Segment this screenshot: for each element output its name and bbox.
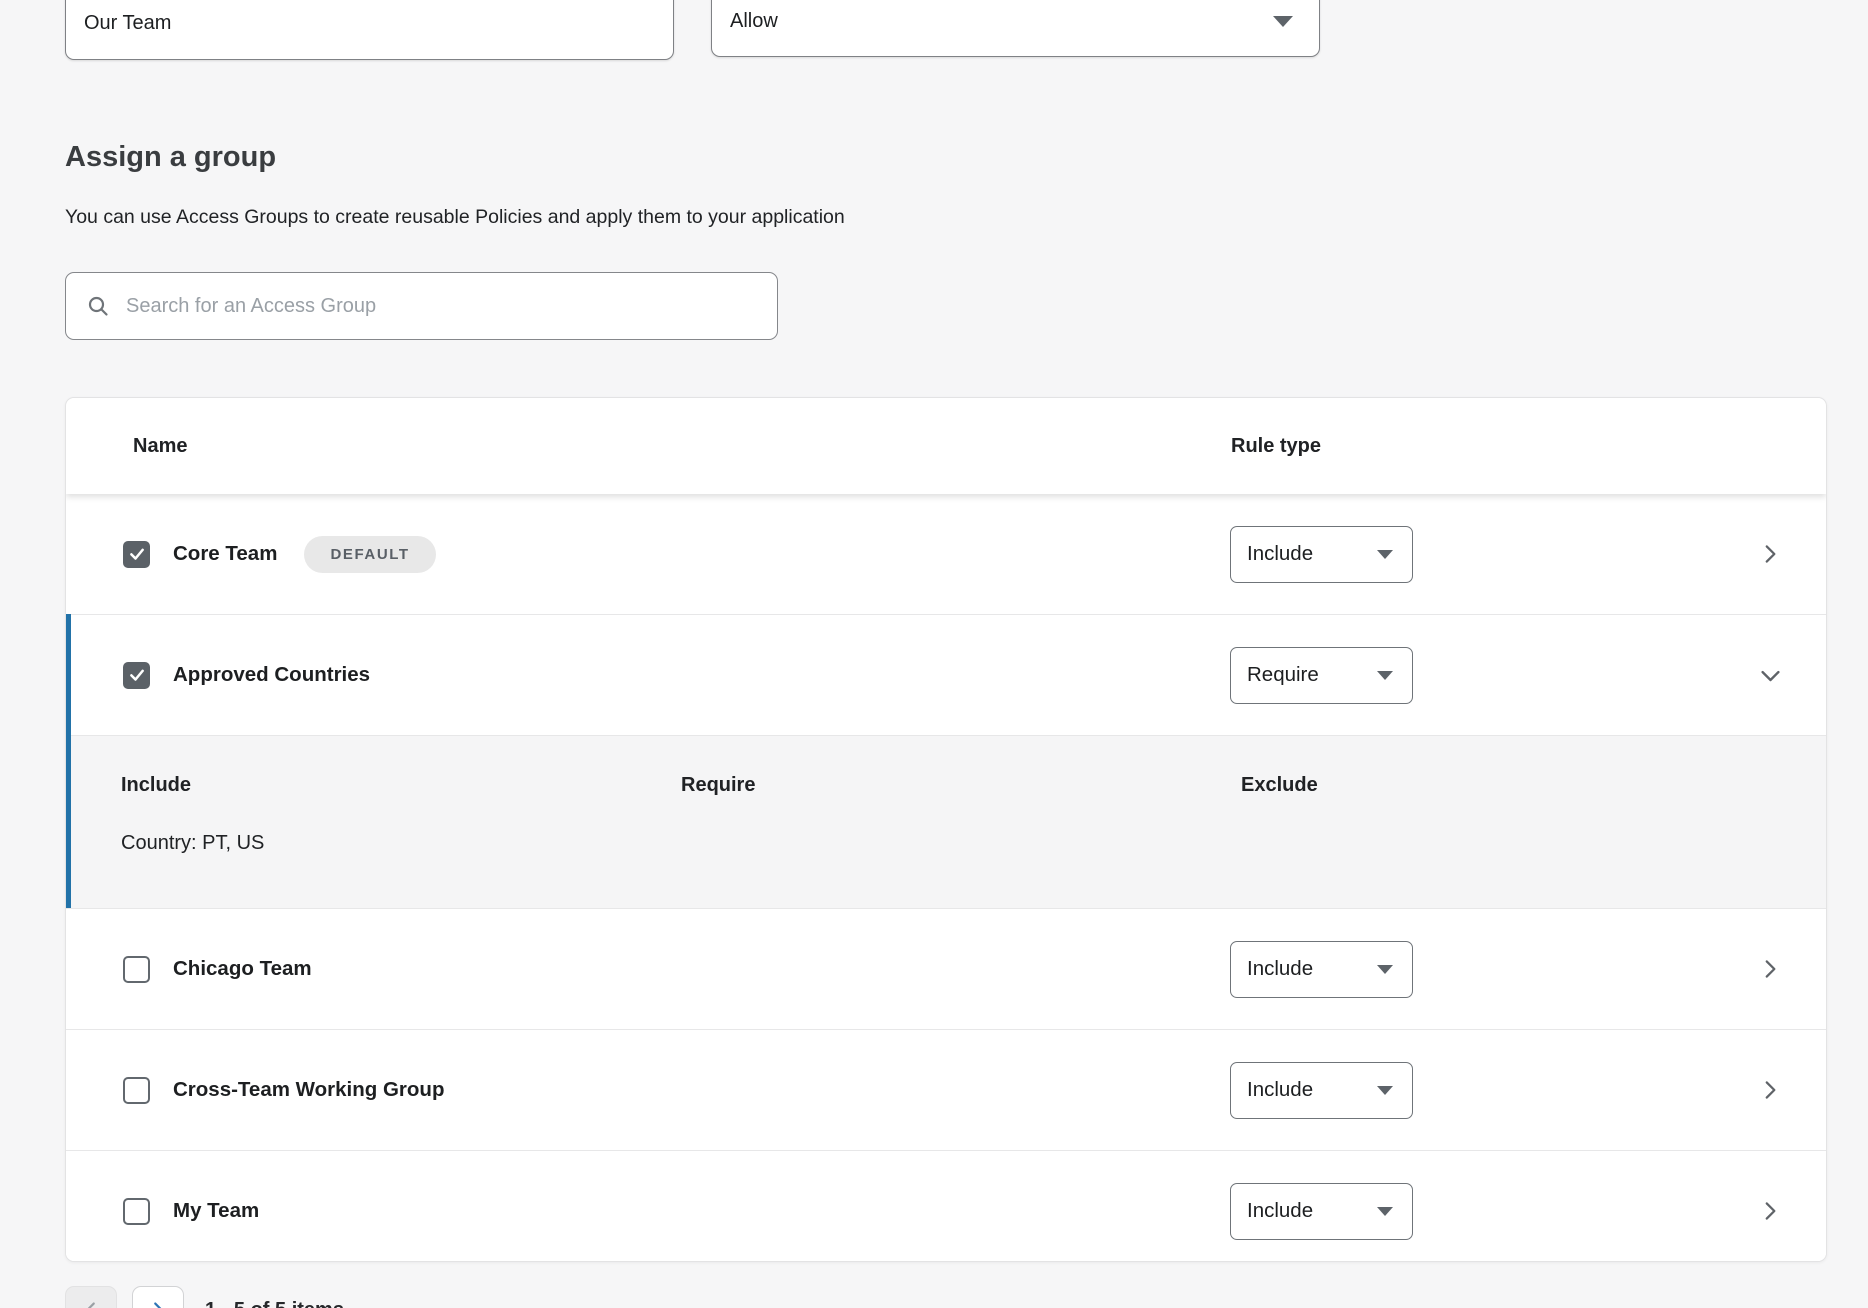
group-name: Approved Countries <box>173 663 370 687</box>
rule-type-value: Include <box>1247 957 1313 981</box>
chevron-left-icon <box>80 1299 102 1308</box>
chevron-down-icon[interactable] <box>1756 661 1784 689</box>
dropdown-arrow-icon <box>1377 671 1393 680</box>
rule-type-value: Include <box>1247 542 1313 566</box>
rule-type-select[interactable]: Include <box>1230 526 1413 583</box>
default-badge: DEFAULT <box>304 536 435 573</box>
checkmark-icon <box>128 545 146 563</box>
search-icon <box>86 294 110 318</box>
access-groups-table: Name Rule type Core Team DEFAULT Include <box>65 397 1827 1262</box>
table-row-cross-team-working-group[interactable]: Cross-Team Working Group Include <box>66 1029 1826 1150</box>
next-page-button[interactable] <box>132 1286 184 1308</box>
pagination-summary: 1 - 5 of 5 items <box>205 1299 344 1308</box>
chevron-right-icon[interactable] <box>1756 1076 1784 1104</box>
checkmark-icon <box>128 666 146 684</box>
table-row-core-team[interactable]: Core Team DEFAULT Include <box>66 494 1826 614</box>
rule-type-value: Require <box>1247 663 1319 687</box>
action-select-value: Allow <box>730 10 778 33</box>
rule-type-value: Include <box>1247 1199 1313 1223</box>
group-rule-details: Include Require Exclude Country: PT, US <box>71 735 1826 908</box>
action-select[interactable]: Allow <box>711 0 1320 57</box>
previous-page-button[interactable] <box>65 1286 117 1308</box>
table-header: Name Rule type <box>66 398 1826 494</box>
row-checkbox-checked[interactable] <box>123 662 150 689</box>
column-header-name: Name <box>133 435 187 458</box>
access-group-search[interactable] <box>65 272 778 340</box>
chevron-right-icon <box>147 1299 169 1308</box>
table-row-chicago-team[interactable]: Chicago Team Include <box>66 908 1826 1029</box>
rule-type-select[interactable]: Include <box>1230 1183 1413 1240</box>
table-row-my-team[interactable]: My Team Include <box>66 1150 1826 1262</box>
dropdown-arrow-icon <box>1377 965 1393 974</box>
rule-type-select[interactable]: Require <box>1230 647 1413 704</box>
chevron-right-icon[interactable] <box>1756 1197 1784 1225</box>
chevron-right-icon[interactable] <box>1756 955 1784 983</box>
group-name: Chicago Team <box>173 957 312 981</box>
detail-header-include: Include <box>121 774 191 797</box>
expanded-group-container: Approved Countries Require Include Requi… <box>66 614 1826 908</box>
dropdown-arrow-icon <box>1377 1207 1393 1216</box>
group-name: My Team <box>173 1199 259 1223</box>
group-name: Cross-Team Working Group <box>173 1078 444 1102</box>
include-rule-value: Country: PT, US <box>121 832 264 855</box>
rule-type-select[interactable]: Include <box>1230 1062 1413 1119</box>
row-checkbox-unchecked[interactable] <box>123 956 150 983</box>
row-checkbox-unchecked[interactable] <box>123 1198 150 1225</box>
policy-name-input[interactable] <box>65 0 674 60</box>
pagination: 1 - 5 of 5 items <box>65 1286 344 1308</box>
rule-type-select[interactable]: Include <box>1230 941 1413 998</box>
table-row-approved-countries[interactable]: Approved Countries Require <box>71 614 1826 735</box>
column-header-rule-type: Rule type <box>1231 435 1321 458</box>
dropdown-arrow-icon <box>1377 1086 1393 1095</box>
detail-header-require: Require <box>681 774 755 797</box>
detail-header-exclude: Exclude <box>1241 774 1318 797</box>
section-title: Assign a group <box>65 141 276 174</box>
dropdown-arrow-icon <box>1273 16 1293 27</box>
row-checkbox-unchecked[interactable] <box>123 1077 150 1104</box>
search-input[interactable] <box>124 294 757 319</box>
rule-type-value: Include <box>1247 1078 1313 1102</box>
row-checkbox-checked[interactable] <box>123 541 150 568</box>
dropdown-arrow-icon <box>1377 550 1393 559</box>
group-name: Core Team <box>173 542 277 566</box>
section-description: You can use Access Groups to create reus… <box>65 206 845 229</box>
chevron-right-icon[interactable] <box>1756 540 1784 568</box>
